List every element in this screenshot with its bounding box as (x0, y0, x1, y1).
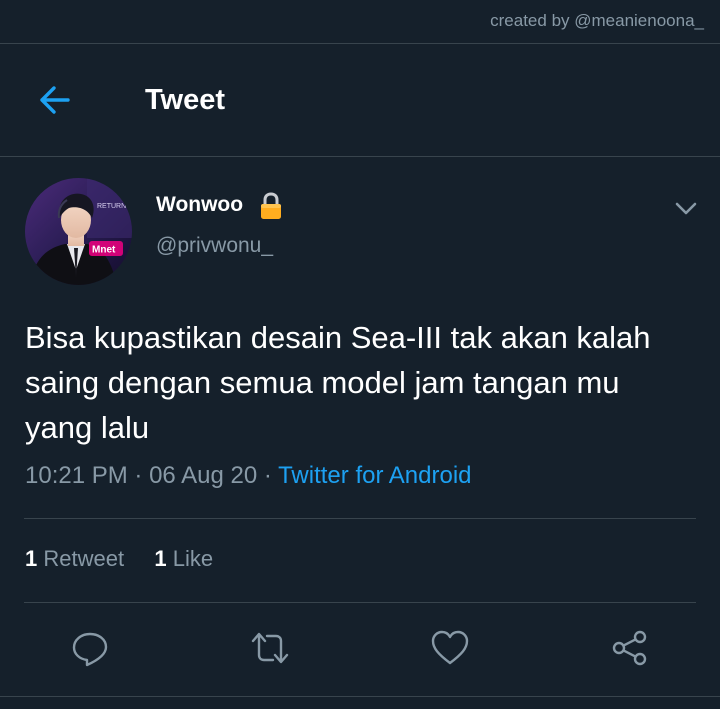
likes-stat[interactable]: 1 Like (154, 546, 213, 571)
header-divider (0, 156, 720, 157)
likes-label: Like (172, 546, 214, 571)
retweet-button[interactable] (250, 628, 290, 668)
tweet-meta: 10:21 PM · 06 Aug 20 · Twitter for Andro… (25, 462, 472, 490)
lock-icon (259, 192, 283, 220)
top-divider (0, 43, 720, 44)
likes-count: 1 (154, 546, 167, 571)
watermark-text: created by @meanienoona_ (490, 11, 704, 30)
arrow-left-icon (40, 86, 70, 114)
reply-icon (72, 632, 108, 667)
retweet-icon (251, 632, 289, 664)
heart-icon (431, 630, 469, 665)
tweet-date: 06 Aug 20 (149, 462, 258, 489)
author-display-name[interactable]: Wonwoo (156, 193, 243, 217)
share-button[interactable] (610, 628, 650, 668)
tweet-detail-screen: created by @meanienoona_ Tweet RETURN Mn… (0, 0, 720, 709)
tweet-stats: 1 Retweet 1 Like (25, 546, 213, 572)
author-handle[interactable]: @privwonu_ (156, 234, 273, 258)
tweet-text: Bisa kupastikan desain Sea-III tak akan … (25, 320, 651, 445)
like-button[interactable] (430, 628, 470, 668)
bottom-divider (0, 696, 720, 697)
avatar[interactable]: RETURN Mnet (25, 178, 132, 285)
tweet-time: 10:21 PM (25, 462, 128, 489)
share-icon (612, 630, 647, 666)
meta-separator: · (263, 462, 272, 489)
avatar-badge: Mnet (92, 245, 116, 256)
page-title: Tweet (145, 84, 226, 116)
reply-button[interactable] (70, 628, 110, 668)
avatar-caption: RETURN (97, 203, 126, 210)
meta-separator: · (134, 462, 143, 489)
stats-divider (24, 602, 696, 603)
tweet-source-link[interactable]: Twitter for Android (278, 462, 471, 489)
chevron-down-icon (675, 202, 697, 215)
retweets-stat[interactable]: 1 Retweet (25, 546, 130, 571)
meta-divider (24, 518, 696, 519)
more-options-button[interactable] (672, 196, 700, 220)
retweets-label: Retweet (43, 546, 125, 571)
back-button[interactable] (34, 80, 78, 120)
retweets-count: 1 (25, 546, 38, 571)
